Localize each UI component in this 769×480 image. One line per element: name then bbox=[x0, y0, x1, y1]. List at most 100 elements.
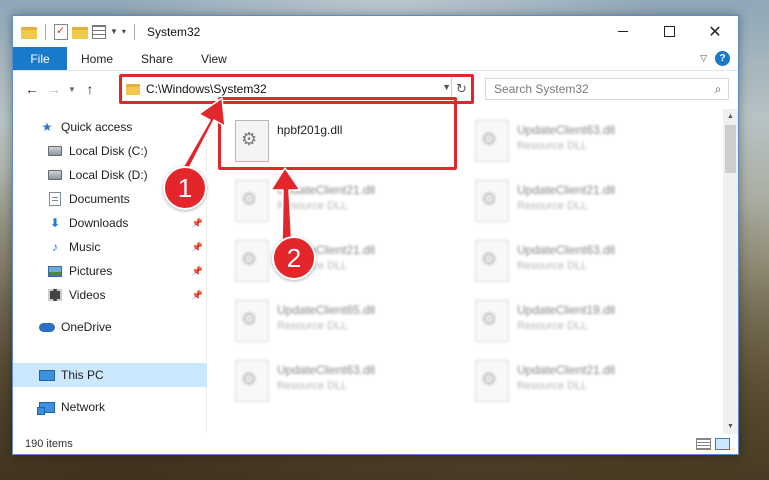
window-title: System32 bbox=[146, 24, 201, 39]
sidebar-item-label: Pictures bbox=[69, 264, 113, 278]
documents-icon bbox=[47, 191, 63, 207]
dll-file-icon bbox=[475, 360, 509, 402]
chevron-down-icon[interactable]: ▼ bbox=[110, 27, 118, 36]
tiles-view-icon[interactable] bbox=[715, 438, 730, 450]
disk-icon bbox=[47, 167, 63, 183]
sidebar-item-label: Downloads bbox=[69, 216, 129, 230]
sidebar-item-videos[interactable]: Videos 📌 bbox=[13, 283, 207, 307]
file-item[interactable]: UpdateClient21.dll Resource DLL bbox=[235, 177, 459, 229]
address-path[interactable]: C:\Windows\System32 bbox=[146, 82, 267, 96]
file-item[interactable]: UpdateClient21.dll Resource DLL bbox=[235, 237, 459, 289]
tab-home[interactable]: Home bbox=[67, 47, 127, 70]
sidebar-item-downloads[interactable]: ⬇ Downloads 📌 bbox=[13, 211, 207, 235]
minimize-button[interactable] bbox=[600, 16, 646, 47]
folder-icon bbox=[21, 26, 37, 39]
file-name: UpdateClient63.dll bbox=[277, 363, 376, 377]
recent-locations-button[interactable]: ▼ bbox=[65, 78, 79, 100]
toolbar-divider bbox=[133, 23, 135, 40]
sidebar-item-label: Music bbox=[69, 240, 101, 254]
file-item[interactable]: UpdateClient19.dll Resource DLL bbox=[475, 297, 699, 349]
cloud-icon bbox=[39, 319, 55, 335]
sidebar-item-label: OneDrive bbox=[61, 320, 112, 334]
title-bar: ▼ ▾ System32 ✕ bbox=[13, 16, 738, 47]
pin-icon[interactable]: 📌 bbox=[192, 290, 203, 301]
new-folder-icon[interactable] bbox=[72, 26, 88, 39]
sidebar-item-quick-access[interactable]: ★ Quick access bbox=[13, 115, 207, 139]
tab-file[interactable]: File bbox=[13, 47, 67, 70]
network-icon bbox=[37, 399, 55, 415]
file-type: Resource DLL bbox=[277, 200, 348, 212]
sidebar-item-label: Quick access bbox=[61, 120, 133, 134]
pin-icon[interactable]: 📌 bbox=[192, 242, 203, 253]
folder-icon bbox=[126, 83, 140, 95]
forward-button[interactable]: → bbox=[43, 78, 65, 100]
item-count: 190 items bbox=[25, 438, 73, 450]
file-type: Resource DLL bbox=[517, 320, 588, 332]
dll-file-icon bbox=[235, 240, 269, 282]
scroll-up-icon[interactable]: ▲ bbox=[723, 109, 738, 124]
properties-check-icon[interactable] bbox=[54, 23, 68, 40]
tab-share[interactable]: Share bbox=[127, 47, 187, 70]
toolbar-divider bbox=[45, 23, 46, 40]
file-explorer-window: ▼ ▾ System32 ✕ File Home Share View ▽ ? … bbox=[12, 15, 739, 455]
file-item[interactable]: UpdateClient21.dll Resource DLL bbox=[475, 177, 699, 229]
properties-icon[interactable] bbox=[92, 24, 106, 39]
file-type: Resource DLL bbox=[517, 200, 588, 212]
file-highlight-box bbox=[218, 97, 457, 170]
file-item[interactable]: UpdateClient63.dll Resource DLL bbox=[475, 237, 699, 289]
sidebar-item-pictures[interactable]: Pictures 📌 bbox=[13, 259, 207, 283]
sidebar-item-this-pc[interactable]: This PC bbox=[13, 363, 207, 387]
sidebar-item-label: Local Disk (D:) bbox=[69, 168, 148, 182]
pin-icon[interactable]: 📌 bbox=[192, 266, 203, 277]
file-name: UpdateClient21.dll bbox=[517, 183, 616, 197]
file-type: Resource DLL bbox=[517, 260, 588, 272]
close-button[interactable]: ✕ bbox=[692, 16, 738, 47]
step-1-badge: 1 bbox=[163, 166, 207, 210]
view-buttons bbox=[696, 438, 738, 450]
sidebar-item-label: This PC bbox=[61, 368, 104, 382]
help-icon[interactable]: ? bbox=[715, 51, 730, 66]
dll-file-icon bbox=[475, 240, 509, 282]
customize-toolbar-icon[interactable]: ▾ bbox=[122, 27, 126, 36]
chevron-down-icon[interactable]: ▼ bbox=[442, 82, 451, 92]
dll-file-icon bbox=[475, 180, 509, 222]
dll-file-icon bbox=[235, 360, 269, 402]
file-name: UpdateClient21.dll bbox=[277, 183, 376, 197]
file-item[interactable]: UpdateClient65.dll Resource DLL bbox=[235, 297, 459, 349]
window-controls: ✕ bbox=[600, 16, 738, 47]
sidebar-item-music[interactable]: ♪ Music 📌 bbox=[13, 235, 207, 259]
disk-icon bbox=[47, 143, 63, 159]
file-name: UpdateClient63.dll bbox=[517, 123, 616, 137]
computer-icon bbox=[39, 367, 55, 383]
search-input[interactable]: Search System32 bbox=[494, 82, 708, 96]
sidebar-item-onedrive[interactable]: OneDrive bbox=[13, 315, 207, 339]
tab-view[interactable]: View bbox=[187, 47, 241, 70]
file-type: Resource DLL bbox=[517, 140, 588, 152]
file-type: Resource DLL bbox=[277, 380, 348, 392]
dll-file-icon bbox=[475, 300, 509, 342]
ribbon-right: ▽ ? bbox=[700, 47, 738, 70]
vertical-scrollbar[interactable]: ▲ ▼ bbox=[723, 109, 738, 434]
file-item[interactable]: UpdateClient21.dll Resource DLL bbox=[475, 357, 699, 409]
details-view-icon[interactable] bbox=[696, 438, 711, 450]
sidebar-item-label: Network bbox=[61, 400, 106, 414]
search-box[interactable]: Search System32 ⌕ bbox=[485, 78, 729, 100]
sidebar-item-network[interactable]: Network bbox=[13, 395, 207, 419]
pin-icon[interactable]: 📌 bbox=[192, 218, 203, 229]
address-bar[interactable]: C:\Windows\System32 ▼ bbox=[124, 79, 455, 99]
file-item[interactable]: UpdateClient63.dll Resource DLL bbox=[475, 117, 699, 169]
sidebar-item-local-disk-c[interactable]: Local Disk (C:) bbox=[13, 139, 207, 163]
pictures-icon bbox=[47, 263, 63, 279]
scroll-down-icon[interactable]: ▼ bbox=[723, 419, 738, 434]
maximize-button[interactable] bbox=[646, 16, 692, 47]
up-button[interactable]: ↑ bbox=[79, 78, 101, 100]
expand-ribbon-icon[interactable]: ▽ bbox=[700, 53, 707, 64]
file-name: UpdateClient19.dll bbox=[517, 303, 616, 317]
scroll-thumb[interactable] bbox=[725, 125, 736, 173]
search-icon[interactable]: ⌕ bbox=[708, 82, 728, 97]
back-button[interactable]: ← bbox=[21, 78, 43, 100]
quick-access-toolbar: ▼ ▾ bbox=[13, 16, 139, 47]
file-type: Resource DLL bbox=[277, 320, 348, 332]
file-item[interactable]: UpdateClient63.dll Resource DLL bbox=[235, 357, 459, 409]
sidebar-item-label: Local Disk (C:) bbox=[69, 144, 148, 158]
